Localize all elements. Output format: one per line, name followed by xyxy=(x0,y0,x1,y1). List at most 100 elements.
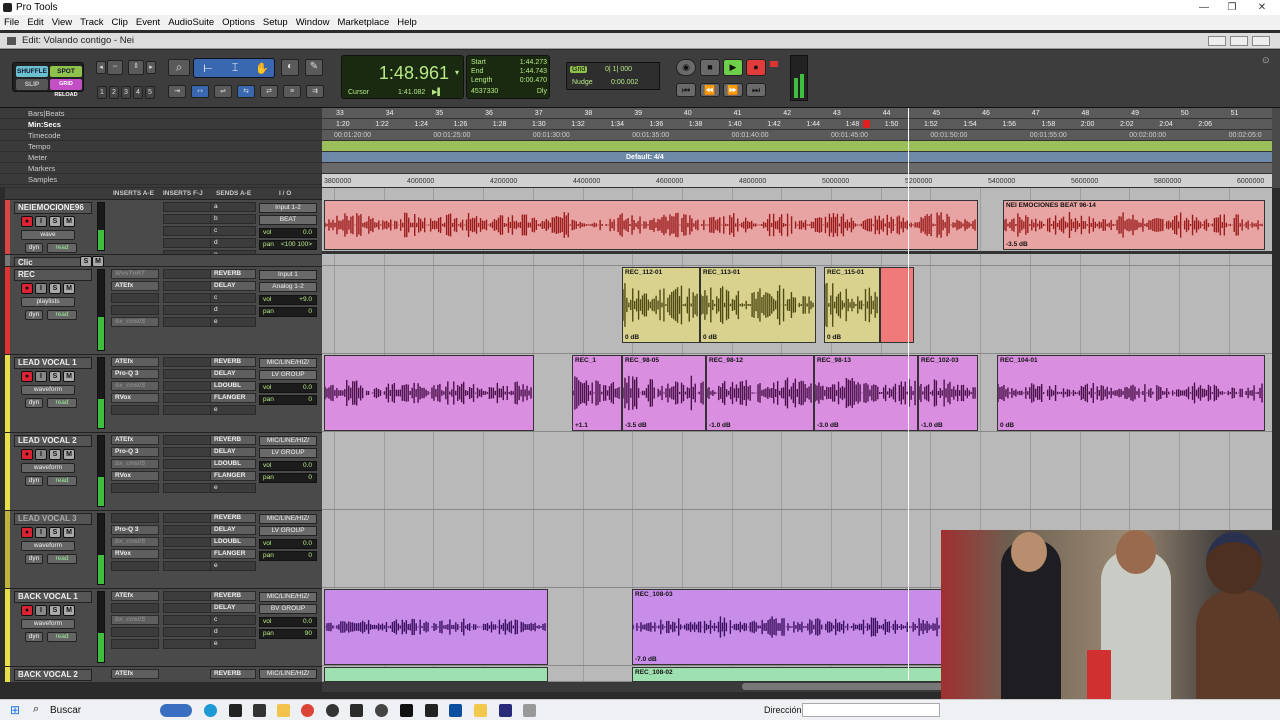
track-view-selector[interactable]: waveform xyxy=(21,463,75,473)
insert-slot[interactable]: ATEfx xyxy=(111,435,159,445)
input-monitor-icon[interactable]: I xyxy=(35,449,47,460)
send-slot[interactable]: e xyxy=(210,639,256,649)
main-counter[interactable]: 1:48.961 ▾ Cursor 1:41.082 ▶▌ xyxy=(341,55,464,99)
send-slot[interactable]: d xyxy=(210,627,256,637)
pro-tools-taskbar-icon[interactable] xyxy=(400,704,413,717)
insert-slot[interactable]: bx_cnsl/S xyxy=(111,537,159,547)
audio-clip[interactable] xyxy=(324,200,978,250)
minsecs-ruler[interactable]: 1:20 1:22 1:24 1:26 1:28 1:30 1:32 1:34 1:36 1:38… xyxy=(322,119,1272,130)
insert-slot[interactable]: Pro-Q 3 xyxy=(111,525,159,535)
zoom-preset-1[interactable]: 1 xyxy=(97,86,107,99)
send-slot[interactable]: d xyxy=(210,305,256,315)
send-slot[interactable]: e xyxy=(210,561,256,571)
io-selector[interactable]: Input 1-2 xyxy=(259,203,317,213)
insert-slot-fj[interactable] xyxy=(163,238,211,248)
insert-slot[interactable] xyxy=(111,627,159,637)
menu-clip[interactable]: Clip xyxy=(108,15,132,30)
keyboard-focus-icon[interactable]: ⇉ xyxy=(306,85,324,98)
io-selector[interactable]: LV GROUP xyxy=(259,526,317,536)
send-slot[interactable]: REVERB xyxy=(210,435,256,445)
insert-slot-fj[interactable] xyxy=(163,639,211,649)
taskbar-app-icon-4[interactable] xyxy=(449,704,462,717)
menu-marketplace[interactable]: Marketplace xyxy=(334,15,394,30)
io-selector[interactable]: MIC/LINE/HIZ/ xyxy=(259,514,317,524)
zoom-right-icon[interactable]: ▸ xyxy=(146,61,156,74)
insert-slot-fj[interactable] xyxy=(163,357,211,367)
send-slot[interactable]: e xyxy=(210,317,256,327)
timecode-ruler[interactable]: 00:01:20:00 00:01:25:00 00:01:30:00 00:01:3… xyxy=(322,130,1272,141)
insert-slot[interactable]: ATEfx xyxy=(111,669,159,679)
insert-slot-fj[interactable] xyxy=(163,525,211,535)
taskbar-search-box[interactable]: Buscar xyxy=(50,705,81,716)
taskbar-app-icon-1[interactable] xyxy=(229,704,242,717)
insert-slot[interactable]: bx_cnsl/S xyxy=(111,459,159,469)
play-button[interactable]: ▶ xyxy=(723,59,743,76)
insert-slot[interactable] xyxy=(111,405,159,415)
send-slot[interactable]: DELAY xyxy=(210,603,256,613)
insert-slot-fj[interactable] xyxy=(163,537,211,547)
send-slot[interactable]: LDOUBL xyxy=(210,459,256,469)
chrome-icon[interactable] xyxy=(301,704,314,717)
record-mode-icon[interactable] xyxy=(770,61,778,67)
audio-clip[interactable]: REC_104-01 0 dB xyxy=(997,355,1265,431)
record-enable-icon[interactable]: ● xyxy=(21,216,33,227)
terminal-icon[interactable] xyxy=(253,704,266,717)
solo-button[interactable]: S xyxy=(49,371,61,382)
audio-clip[interactable]: REC_108-03 -7.0 dB xyxy=(632,589,942,665)
menu-audiosuite[interactable]: AudioSuite xyxy=(164,15,218,30)
insert-slot-fj[interactable] xyxy=(163,269,211,279)
insert-slot[interactable]: bx_cnsl/S xyxy=(111,615,159,625)
audio-clip[interactable]: REC_113-01 0 dB xyxy=(700,267,816,343)
io-selector[interactable]: MIC/LINE/HIZ/ xyxy=(259,436,317,446)
taskbar-app-icon-2[interactable] xyxy=(350,704,363,717)
tempo-ruler[interactable] xyxy=(322,141,1272,152)
insert-slot[interactable]: RVox xyxy=(111,471,159,481)
solo-button[interactable]: S xyxy=(49,605,61,616)
input-monitor-icon[interactable]: I xyxy=(35,371,47,382)
insert-slot-fj[interactable] xyxy=(163,226,211,236)
insert-slot-fj[interactable] xyxy=(163,627,211,637)
slip-mode-button[interactable]: SLIP xyxy=(16,79,48,90)
file-explorer-icon[interactable] xyxy=(277,704,290,717)
audio-clip[interactable]: REC_1 +1.1 xyxy=(572,355,622,431)
track-view-selector[interactable]: waveform xyxy=(21,541,75,551)
send-slot[interactable]: REVERB xyxy=(210,669,256,679)
pan-readout[interactable]: pan 0 xyxy=(259,473,317,483)
track-name[interactable]: NEIEMOCIONE96 xyxy=(14,202,92,214)
zoom-vertical-icon[interactable]: ⇕ xyxy=(128,60,144,75)
edit-restore-icon[interactable] xyxy=(1230,36,1248,46)
insert-slot[interactable]: bx_cnsl/S xyxy=(111,317,159,327)
menu-event[interactable]: Event xyxy=(132,15,164,30)
edit-close-icon[interactable] xyxy=(1252,36,1270,46)
start-value[interactable]: 1:44.273 xyxy=(520,59,547,66)
send-slot[interactable]: b xyxy=(210,214,256,224)
track-view-selector[interactable]: waveform xyxy=(21,619,75,629)
zoom-preset-4[interactable]: 4 xyxy=(133,86,143,99)
insert-slot-fj[interactable] xyxy=(163,549,211,559)
samples-ruler[interactable]: 3800000 4000000 4200000 4400000 4600000 48000… xyxy=(322,174,1272,188)
mute-button[interactable]: M xyxy=(63,283,75,294)
return-to-zero-icon[interactable]: ⏮ xyxy=(676,83,696,97)
link-track-edit-icon[interactable]: ⇌ xyxy=(214,85,232,98)
minimize-icon[interactable]: — xyxy=(1190,0,1218,15)
playhead-marker-icon[interactable] xyxy=(863,120,870,128)
delay-label[interactable]: Dly xyxy=(537,88,547,95)
record-enable-icon[interactable]: ● xyxy=(21,283,33,294)
trim-tool-icon[interactable]: ⊢ xyxy=(200,62,216,75)
insert-slot-fj[interactable] xyxy=(163,615,211,625)
send-slot[interactable]: FLANGER xyxy=(210,471,256,481)
audio-clip[interactable]: REC_98-05 -3.5 dB xyxy=(622,355,706,431)
pan-readout[interactable]: pan 0 xyxy=(259,395,317,405)
zoomer-tool-icon[interactable]: ⌕ xyxy=(168,59,190,76)
volume-readout[interactable]: vol 0.0 xyxy=(259,617,317,627)
audio-clip[interactable]: REC_98-13 -3.0 dB xyxy=(814,355,918,431)
insert-slot-fj[interactable] xyxy=(163,317,211,327)
send-slot[interactable]: DELAY xyxy=(210,525,256,535)
stop-button[interactable]: ■ xyxy=(700,59,720,76)
insert-slot-fj[interactable] xyxy=(163,293,211,303)
online-icon[interactable]: ◉ xyxy=(676,59,696,76)
audio-clip[interactable]: REC_98-12 -1.0 dB xyxy=(706,355,814,431)
tab-to-transient-icon[interactable]: ⇥ xyxy=(168,85,186,98)
send-slot[interactable]: c xyxy=(210,293,256,303)
solo-button[interactable]: S xyxy=(49,283,61,294)
